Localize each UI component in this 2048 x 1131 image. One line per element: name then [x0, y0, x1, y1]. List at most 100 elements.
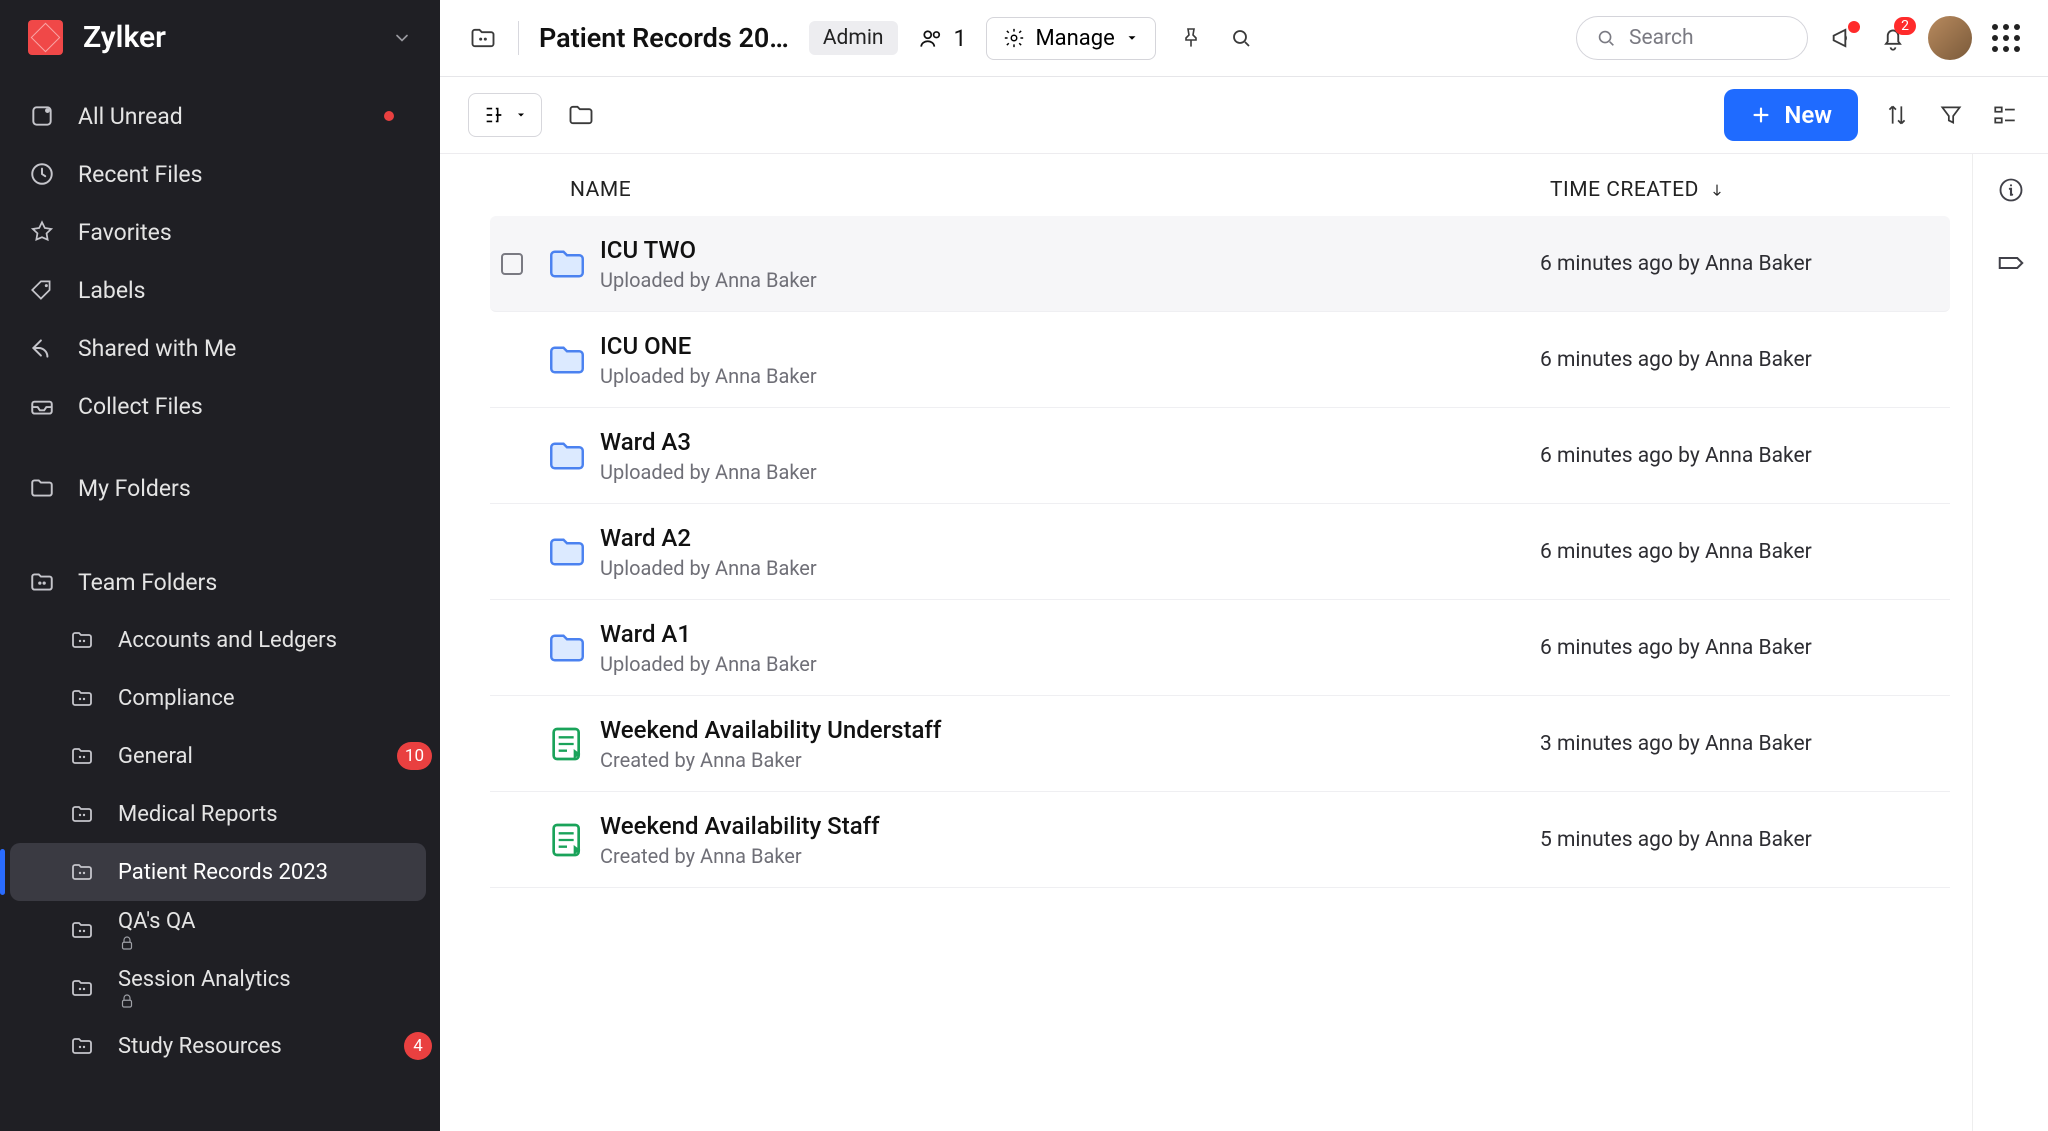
sidebar-item-star[interactable]: Favorites [0, 203, 440, 261]
sidebar-item-clock[interactable]: Recent Files [0, 145, 440, 203]
sidebar-sub-label: Patient Records 2023 [118, 860, 426, 885]
sidebar-teamfolder-item[interactable]: Study Resources4 [0, 1017, 440, 1075]
file-time: 6 minutes ago by Anna Baker [1540, 540, 1940, 564]
sidebar-sub-label: QA's QA [118, 909, 440, 952]
sidebar-sub-label: Session Analytics [118, 967, 440, 1010]
brand-name: Zylker [83, 20, 372, 55]
file-subtext: Uploaded by Anna Baker [600, 460, 1540, 484]
file-subtext: Uploaded by Anna Baker [600, 652, 1540, 676]
sidebar-item-unread[interactable]: All Unread [0, 87, 440, 145]
file-row[interactable]: Weekend Availability UnderstaffCreated b… [490, 696, 1950, 792]
tree-view-toggle[interactable] [468, 93, 542, 137]
folder-nav-icon[interactable] [566, 100, 596, 130]
new-button[interactable]: New [1724, 89, 1858, 141]
arrow-down-icon [1709, 182, 1725, 198]
info-icon[interactable] [1997, 176, 2025, 204]
search-input[interactable]: Search [1576, 16, 1808, 60]
file-row[interactable]: Ward A3Uploaded by Anna Baker6 minutes a… [490, 408, 1950, 504]
sidebar-team-folders[interactable]: Team Folders [0, 553, 440, 611]
apps-grid-icon[interactable] [1992, 24, 2020, 52]
sidebar-teamfolder-item[interactable]: Patient Records 2023 [10, 843, 426, 901]
label-tag-icon[interactable] [1996, 248, 2026, 278]
team-folder-icon [28, 568, 56, 596]
team-folder-icon [68, 1032, 96, 1060]
team-folder-icon [68, 626, 96, 654]
team-folder-icon [68, 684, 96, 712]
user-avatar[interactable] [1928, 16, 1972, 60]
folder-icon [534, 339, 600, 381]
lock-icon [118, 934, 440, 952]
members-count[interactable]: 1 [918, 25, 967, 52]
sidebar-item-tag[interactable]: Labels [0, 261, 440, 319]
sidebar-teamfolder-item[interactable]: General10 [0, 727, 440, 785]
file-name: Ward A3 [600, 428, 1540, 456]
sidebar-teamfolder-item[interactable]: Compliance [0, 669, 440, 727]
folder-icon [534, 243, 600, 285]
sidebar-teamfolder-item[interactable]: QA's QA [0, 901, 440, 959]
sidebar-item-share[interactable]: Shared with Me [0, 319, 440, 377]
inbox-icon [28, 392, 56, 420]
file-row[interactable]: Ward A1Uploaded by Anna Baker6 minutes a… [490, 600, 1950, 696]
notification-count: 2 [1894, 17, 1916, 35]
gear-icon [1003, 27, 1025, 49]
team-folder-icon [68, 858, 96, 886]
share-icon [28, 334, 56, 362]
column-headers: NAME TIME CREATED [490, 154, 1950, 216]
sidebar-teamfolder-item[interactable]: Accounts and Ledgers [0, 611, 440, 669]
workspace-switcher[interactable] [392, 28, 412, 48]
lock-icon [118, 992, 440, 1010]
sidebar-teamfolder-item[interactable]: Medical Reports [0, 785, 440, 843]
manage-button[interactable]: Manage [986, 17, 1155, 60]
col-time[interactable]: TIME CREATED [1550, 178, 1950, 202]
folder-icon [28, 474, 56, 502]
file-list: NAME TIME CREATED ICU TWOUploaded by Ann… [440, 154, 1972, 1131]
layout-options-icon[interactable] [1990, 100, 2020, 130]
filter-icon[interactable] [1936, 100, 1966, 130]
tag-icon [28, 276, 56, 304]
folder-icon [534, 531, 600, 573]
sidebar-item-inbox[interactable]: Collect Files [0, 377, 440, 435]
team-folder-icon [68, 974, 96, 1002]
col-name[interactable]: NAME [570, 178, 1550, 202]
role-badge: Admin [809, 21, 898, 55]
clock-icon [28, 160, 56, 188]
file-subtext: Uploaded by Anna Baker [600, 364, 1540, 388]
pin-icon[interactable] [1176, 23, 1206, 53]
unread-icon [28, 102, 56, 130]
team-folder-context-icon[interactable] [468, 23, 498, 53]
search-placeholder: Search [1629, 26, 1694, 50]
notifications-icon[interactable]: 2 [1878, 23, 1908, 53]
sort-icon[interactable] [1882, 100, 1912, 130]
tree-icon [483, 104, 505, 126]
file-time: 6 minutes ago by Anna Baker [1540, 252, 1940, 276]
caret-down-icon [1125, 31, 1139, 45]
sidebar-my-folders-label: My Folders [78, 475, 412, 502]
sidebar-item-label: Favorites [78, 219, 412, 246]
star-icon [28, 218, 56, 246]
sidebar-item-label: Collect Files [78, 393, 412, 420]
announcements-icon[interactable] [1828, 23, 1858, 53]
file-subtext: Created by Anna Baker [600, 748, 1540, 772]
file-time: 6 minutes ago by Anna Baker [1540, 636, 1940, 660]
row-checkbox[interactable] [490, 253, 534, 275]
brand-logo [28, 20, 63, 55]
count-badge: 10 [397, 742, 432, 770]
team-folder-icon [68, 800, 96, 828]
caret-down-icon [515, 109, 527, 121]
sidebar-sub-label: Study Resources [118, 1034, 382, 1059]
sheet-icon [534, 820, 600, 860]
file-subtext: Uploaded by Anna Baker [600, 268, 1540, 292]
file-row[interactable]: Ward A2Uploaded by Anna Baker6 minutes a… [490, 504, 1950, 600]
file-row[interactable]: ICU TWOUploaded by Anna Baker6 minutes a… [490, 216, 1950, 312]
sidebar-teamfolder-item[interactable]: Session Analytics [0, 959, 440, 1017]
file-row[interactable]: Weekend Availability StaffCreated by Ann… [490, 792, 1950, 888]
unread-dot [384, 111, 394, 121]
sidebar-my-folders[interactable]: My Folders [0, 459, 440, 517]
file-time: 6 minutes ago by Anna Baker [1540, 348, 1940, 372]
search-header-icon[interactable] [1226, 23, 1256, 53]
file-row[interactable]: ICU ONEUploaded by Anna Baker6 minutes a… [490, 312, 1950, 408]
sheet-icon [534, 724, 600, 764]
sidebar-sub-label: Accounts and Ledgers [118, 628, 440, 653]
sidebar-item-label: Labels [78, 277, 412, 304]
file-name: Weekend Availability Staff [600, 812, 1540, 840]
